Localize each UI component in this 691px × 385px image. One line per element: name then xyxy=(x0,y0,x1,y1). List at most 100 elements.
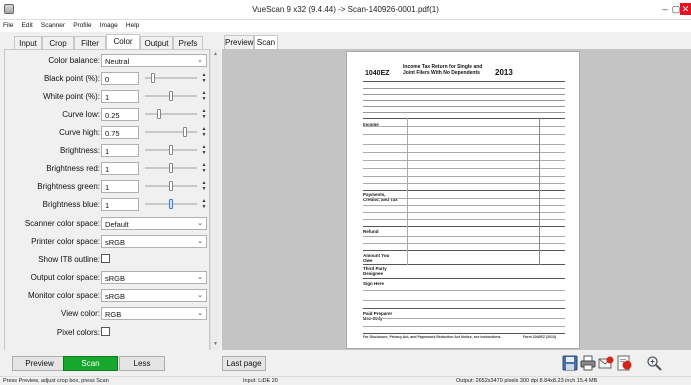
brightness-input[interactable]: 1 xyxy=(101,144,139,157)
monitor-color-space-row: Monitor color space: sRGB ⌄ xyxy=(5,289,211,303)
tab-scan[interactable]: Scan xyxy=(254,35,278,49)
section-third-party: Third Party Designee xyxy=(363,266,387,276)
curve-high-spinner[interactable]: ▲ ▼ xyxy=(200,126,208,139)
slider-thumb[interactable] xyxy=(169,181,173,191)
curve-high-label: Curve high: xyxy=(59,128,100,137)
chevron-down-icon: ⌄ xyxy=(197,238,203,245)
slider-thumb[interactable] xyxy=(151,73,155,83)
curve-low-slider[interactable] xyxy=(145,109,197,119)
black-point-spinner[interactable]: ▲ ▼ xyxy=(200,72,208,85)
scroll-down-icon[interactable]: ▼ xyxy=(212,341,219,347)
brightness-red-slider[interactable] xyxy=(145,163,197,173)
chevron-down-icon: ⌄ xyxy=(197,292,203,299)
brightness-green-row: Brightness green: 1 ▲ ▼ xyxy=(5,180,211,194)
printer-color-space-label: Printer color space: xyxy=(31,237,100,246)
monitor-color-space-label: Monitor color space: xyxy=(27,291,100,300)
monitor-color-space-select[interactable]: sRGB ⌄ xyxy=(101,289,207,302)
tab-prefs[interactable]: Prefs xyxy=(173,36,203,49)
menu-file[interactable]: File xyxy=(0,21,16,29)
form-rule xyxy=(363,326,565,327)
brightness-red-spinner[interactable]: ▲ ▼ xyxy=(200,162,208,175)
menu-scanner[interactable]: Scanner xyxy=(38,21,68,29)
menu-help[interactable]: Help xyxy=(123,21,142,29)
form-rule xyxy=(363,106,565,107)
scan-button[interactable]: Scan xyxy=(63,356,118,371)
tab-crop[interactable]: Crop xyxy=(42,36,74,49)
form-footer-right: Form 1040EZ (2013) xyxy=(523,335,557,339)
white-point-input[interactable]: 1 xyxy=(101,90,139,103)
brightness-blue-spinner[interactable]: ▲ ▼ xyxy=(200,198,208,211)
menu-edit[interactable]: Edit xyxy=(19,21,36,29)
zoom-icon[interactable] xyxy=(646,355,662,371)
output-color-space-select[interactable]: sRGB ⌄ xyxy=(101,271,207,284)
pixel-colors-checkbox[interactable] xyxy=(101,327,110,336)
scroll-up-icon[interactable]: ▲ xyxy=(212,51,219,57)
curve-low-input[interactable]: 0.25 xyxy=(101,108,139,121)
settings-scrollbar[interactable]: ▲ ▼ xyxy=(210,49,219,351)
save-icon[interactable] xyxy=(562,355,578,371)
color-balance-value: Neutral xyxy=(105,57,130,66)
close-button[interactable]: ✕ xyxy=(680,3,691,15)
preview-button[interactable]: Preview xyxy=(12,356,67,371)
form-rule xyxy=(363,264,565,265)
form-rule xyxy=(363,144,565,145)
color-balance-select[interactable]: Neutral ⌄ xyxy=(101,54,207,67)
brightness-slider[interactable] xyxy=(145,145,197,155)
curve-high-slider[interactable] xyxy=(145,127,197,137)
scanner-color-space-row: Scanner color space: Default ⌄ xyxy=(5,217,211,231)
window-title: VueScan 9 x32 (9.4.44) -> Scan-140926-00… xyxy=(252,5,439,14)
slider-thumb[interactable] xyxy=(157,109,161,119)
black-point-slider[interactable] xyxy=(145,73,197,83)
slider-thumb[interactable] xyxy=(169,163,173,173)
curve-high-input[interactable]: 0.75 xyxy=(101,126,139,139)
form-rule xyxy=(363,183,565,184)
print-icon[interactable] xyxy=(580,355,596,371)
form-rule xyxy=(363,308,565,309)
tab-color[interactable]: Color xyxy=(106,34,140,49)
brightness-green-spinner[interactable]: ▲ ▼ xyxy=(200,180,208,193)
curve-low-spinner[interactable]: ▲ ▼ xyxy=(200,108,208,121)
tab-input[interactable]: Input xyxy=(14,36,42,49)
pdf-icon[interactable] xyxy=(616,355,632,371)
black-point-input[interactable]: 0 xyxy=(101,72,139,85)
tab-preview[interactable]: Preview xyxy=(224,35,254,49)
form-rule xyxy=(363,300,565,301)
last-page-button[interactable]: Last page xyxy=(222,356,266,371)
show-it8-outline-checkbox[interactable] xyxy=(101,254,110,263)
scanner-color-space-select[interactable]: Default ⌄ xyxy=(101,217,207,230)
form-rule xyxy=(363,278,565,279)
menu-profile[interactable]: Profile xyxy=(70,21,94,29)
form-rule xyxy=(363,100,565,101)
form-rule xyxy=(363,236,565,237)
white-point-spinner[interactable]: ▲ ▼ xyxy=(200,90,208,103)
form-year: 2013 xyxy=(495,68,513,77)
printer-color-space-select[interactable]: sRGB ⌄ xyxy=(101,235,207,248)
view-color-select[interactable]: RGB ⌄ xyxy=(101,307,207,320)
brightness-blue-slider[interactable] xyxy=(145,199,197,209)
tab-filter[interactable]: Filter xyxy=(74,36,106,49)
slider-thumb[interactable] xyxy=(169,145,173,155)
form-rule xyxy=(363,219,565,220)
brightness-spinner[interactable]: ▲ ▼ xyxy=(200,144,208,157)
brightness-row: Brightness: 1 ▲ ▼ xyxy=(5,144,211,158)
pixel-colors-label: Pixel colors: xyxy=(56,328,100,337)
output-color-space-label: Output color space: xyxy=(30,273,100,282)
curve-low-value: 0.25 xyxy=(105,111,120,120)
brightness-green-slider[interactable] xyxy=(145,181,197,191)
scan-preview-area[interactable]: 1040EZ Income Tax Return for Single and … xyxy=(222,49,691,350)
white-point-slider[interactable] xyxy=(145,91,197,101)
brightness-green-input[interactable]: 1 xyxy=(101,180,139,193)
less-button[interactable]: Less xyxy=(119,356,165,371)
slider-thumb[interactable] xyxy=(183,127,187,137)
brightness-red-input[interactable]: 1 xyxy=(101,162,139,175)
black-point-row: Black point (%): 0 ▲ ▼ xyxy=(5,72,211,86)
slider-thumb[interactable] xyxy=(169,91,173,101)
brightness-blue-input[interactable]: 1 xyxy=(101,198,139,211)
tab-output[interactable]: Output xyxy=(140,36,173,49)
slider-thumb[interactable] xyxy=(169,199,173,209)
form-number: 1040EZ xyxy=(365,70,390,77)
section-refund: Refund xyxy=(363,229,379,234)
email-icon[interactable] xyxy=(598,355,614,371)
menu-image[interactable]: Image xyxy=(97,21,121,29)
curve-low-row: Curve low: 0.25 ▲ ▼ xyxy=(5,108,211,122)
